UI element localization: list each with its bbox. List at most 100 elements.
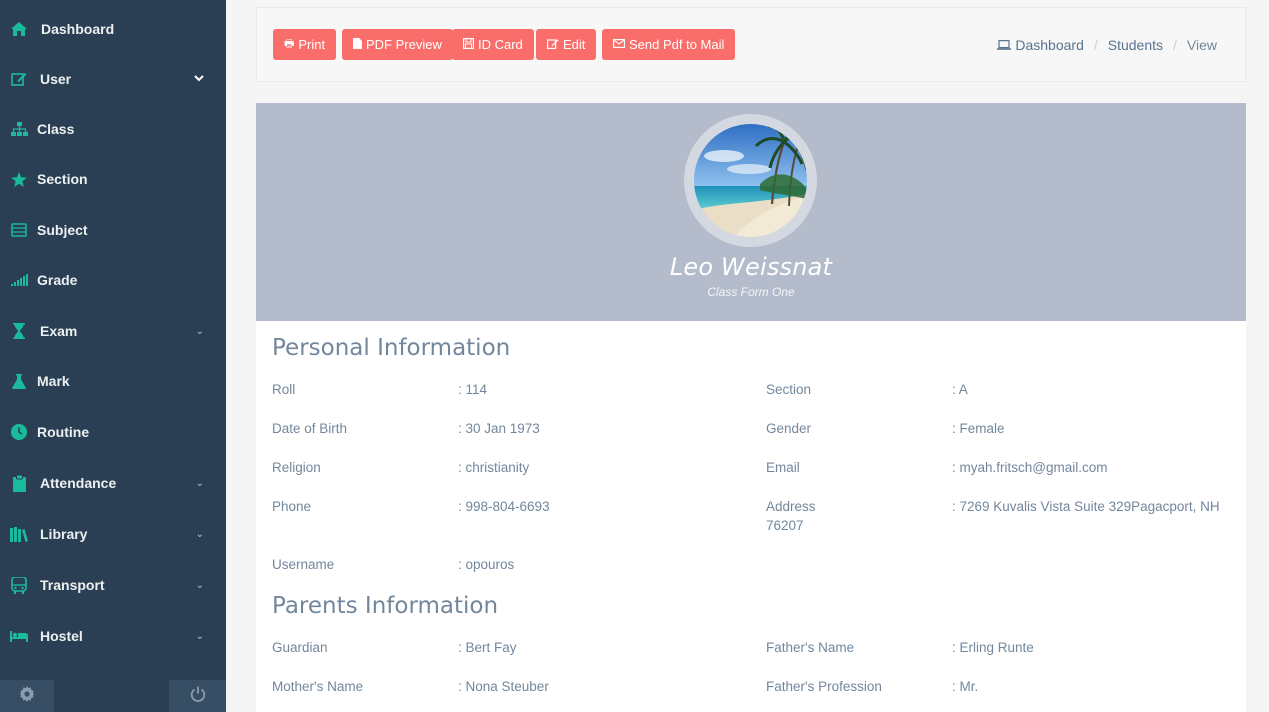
breadcrumb-dashboard[interactable]: Dashboard <box>1015 37 1084 53</box>
email-label: Email <box>766 460 800 475</box>
sidebar-item-label: Class <box>37 121 75 137</box>
edit-icon <box>10 70 28 88</box>
avatar <box>694 124 807 237</box>
save-icon <box>463 37 475 52</box>
pdf-preview-button[interactable]: PDF Preview <box>342 29 453 60</box>
sidebar-item-label: Transport <box>40 577 105 593</box>
father-name-value: : Erling Runte <box>952 640 1034 655</box>
logout-button[interactable] <box>169 680 226 712</box>
send-pdf-label: Send Pdf to Mail <box>629 37 725 52</box>
signal-icon <box>10 271 28 289</box>
sidebar-item-label: User <box>40 71 72 87</box>
sidebar-item-dashboard[interactable]: Dashboard <box>0 9 226 49</box>
roll-label: Roll <box>272 382 296 397</box>
sidebar-item-hostel[interactable]: Hostel ⌄ <box>0 616 226 656</box>
sidebar-item-label: Subject <box>37 222 88 238</box>
flask-icon <box>10 372 28 390</box>
home-icon <box>10 20 28 38</box>
breadcrumb-current: View <box>1186 37 1217 53</box>
file-icon <box>353 37 362 52</box>
bus-icon <box>10 576 28 594</box>
email-value: : myah.fritsch@gmail.com <box>952 460 1108 475</box>
library-icon <box>10 525 28 543</box>
power-icon <box>190 686 206 707</box>
sidebar-item-attendance[interactable]: Attendance ⌄ <box>0 463 226 503</box>
sidebar-item-section[interactable]: Section <box>0 159 226 199</box>
breadcrumb-separator: / <box>1093 37 1098 53</box>
sidebar-footer <box>0 680 226 712</box>
action-bar: 🖶 Print PDF Preview ID Card Edit Send Pd… <box>256 7 1246 82</box>
sidebar-item-subject[interactable]: Subject <box>0 210 226 250</box>
parents-info-title: Parents Information <box>272 593 499 619</box>
sidebar-item-label: Grade <box>37 272 78 288</box>
hourglass-icon <box>10 322 28 340</box>
avatar-frame <box>684 114 817 247</box>
section-label: Section <box>766 382 812 397</box>
sidebar-item-label: Mark <box>37 373 70 389</box>
father-profession-label: Father's Profession <box>766 679 882 694</box>
print-button[interactable]: 🖶 Print <box>273 29 337 60</box>
address-label: Address <box>766 499 816 514</box>
phone-value: : 998-804-6693 <box>458 499 550 514</box>
father-profession-value: : Mr. <box>952 679 979 694</box>
gender-value: : Female <box>952 421 1005 436</box>
gear-icon <box>19 685 35 707</box>
edit-label: Edit <box>563 37 586 52</box>
username-value: : opouros <box>458 557 515 572</box>
laptop-icon <box>997 40 1012 50</box>
personal-info-title: Personal Information <box>272 335 511 361</box>
sidebar-item-routine[interactable]: Routine <box>0 412 226 452</box>
chevron-down-icon: ⌄ <box>195 325 204 337</box>
profile-card: Leo Weissnat Class Form One Personal Inf… <box>256 103 1246 712</box>
father-name-label: Father's Name <box>766 640 855 655</box>
student-class: Class Form One <box>707 285 795 299</box>
breadcrumb: Dashboard / Students / View <box>997 37 1217 53</box>
address-value-continued: 76207 <box>766 518 804 533</box>
section-value: : A <box>952 382 968 397</box>
sidebar-item-exam[interactable]: Exam ⌄ <box>0 311 226 351</box>
sidebar-item-mark[interactable]: Mark <box>0 361 226 401</box>
send-pdf-button[interactable]: Send Pdf to Mail <box>602 29 736 60</box>
footer-spacer <box>54 680 169 712</box>
book-icon <box>10 221 28 239</box>
sidebar-item-grade[interactable]: Grade <box>0 260 226 300</box>
edit-icon <box>547 38 559 52</box>
sidebar-item-label: Exam <box>40 323 78 339</box>
print-icon: 🖶 <box>284 38 295 50</box>
breadcrumb-students[interactable]: Students <box>1108 37 1163 53</box>
gender-label: Gender <box>766 421 812 436</box>
guardian-value: : Bert Fay <box>458 640 517 655</box>
sitemap-icon <box>10 120 28 138</box>
dob-label: Date of Birth <box>272 421 348 436</box>
envelope-icon <box>613 38 626 51</box>
id-card-button[interactable]: ID Card <box>452 29 534 60</box>
mother-name-value: : Nona Steuber <box>458 679 549 694</box>
student-name: Leo Weissnat <box>669 253 833 281</box>
pdf-preview-label: PDF Preview <box>366 37 442 52</box>
sidebar-item-transport[interactable]: Transport ⌄ <box>0 565 226 605</box>
sidebar-item-user[interactable]: User <box>0 59 226 99</box>
edit-button[interactable]: Edit <box>536 29 597 60</box>
sidebar: Dashboard User Class Section Subject Gra… <box>0 0 226 712</box>
sidebar-item-label: Library <box>40 526 88 542</box>
settings-button[interactable] <box>0 680 54 712</box>
phone-label: Phone <box>272 499 312 514</box>
star-icon <box>10 170 28 188</box>
sidebar-item-library[interactable]: Library ⌄ <box>0 514 226 554</box>
address-value: : 7269 Kuvalis Vista Suite 329Pagacport,… <box>952 499 1220 514</box>
chevron-down-icon <box>194 73 204 85</box>
religion-value: : christianity <box>458 460 530 475</box>
chevron-down-icon: ⌄ <box>195 579 204 591</box>
sidebar-item-label: Attendance <box>40 475 117 491</box>
username-label: Username <box>272 557 335 572</box>
mother-name-label: Mother's Name <box>272 679 364 694</box>
sidebar-item-class[interactable]: Class <box>0 109 226 149</box>
profile-banner: Leo Weissnat Class Form One <box>256 103 1246 321</box>
sidebar-item-label: Dashboard <box>41 21 115 37</box>
breadcrumb-separator: / <box>1173 37 1177 53</box>
sidebar-item-label: Section <box>37 171 88 187</box>
sidebar-item-label: Routine <box>37 424 90 440</box>
print-label: Print <box>298 37 326 52</box>
roll-value: : 114 <box>458 382 488 397</box>
chevron-down-icon: ⌄ <box>195 528 204 540</box>
